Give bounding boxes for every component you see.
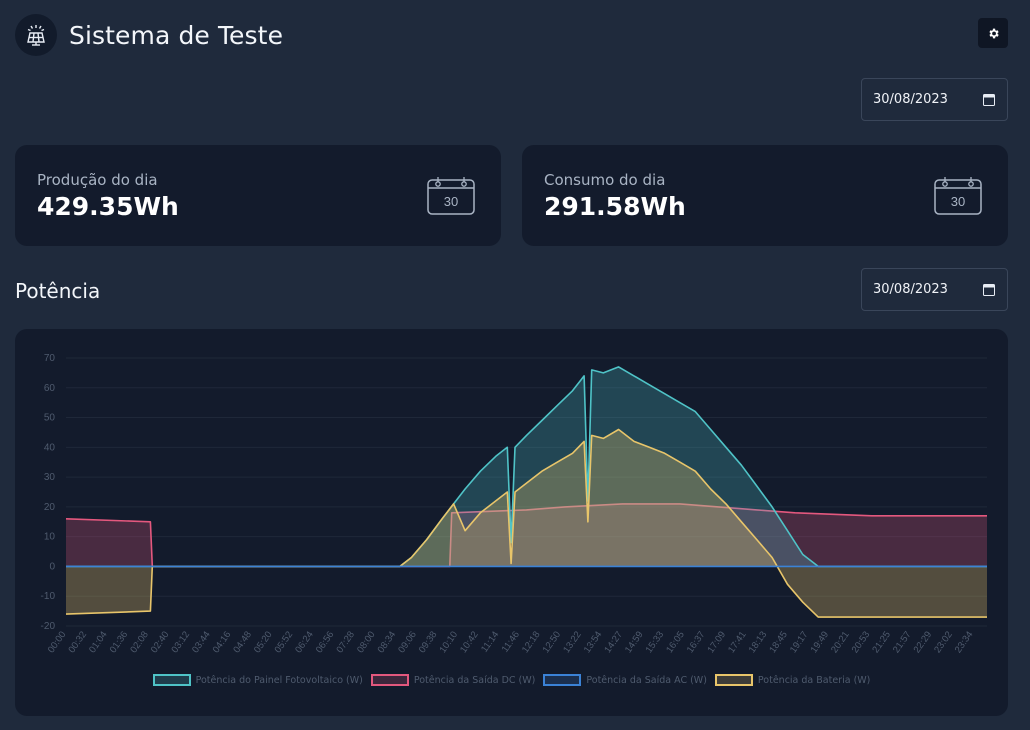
chart-legend: Potência do Painel Fotovoltaico (W) Potên… <box>15 674 1008 686</box>
x-tick-label: 13:22 <box>561 629 584 655</box>
app-title: Sistema de Teste <box>69 20 284 50</box>
x-tick-label: 11:14 <box>479 629 501 654</box>
x-tick-label: 16:37 <box>685 629 708 655</box>
x-tick-label: 21:57 <box>891 629 914 655</box>
x-tick-label: 16:05 <box>664 629 687 655</box>
y-tick-label: 50 <box>44 413 56 424</box>
x-tick-label: 09:06 <box>396 629 419 655</box>
x-tick-label: 04:16 <box>211 629 234 655</box>
production-label: Produção do dia <box>37 171 158 189</box>
x-tick-label: 12:50 <box>541 629 564 655</box>
x-tick-label: 01:36 <box>108 629 131 655</box>
calendar-icon: 30 <box>934 177 982 215</box>
power-chart: -20 -10 0 10 20 30 40 50 60 70 00:0000:3201:0401:3… <box>41 353 987 655</box>
settings-button[interactable] <box>978 18 1008 48</box>
date-filter-input[interactable]: 30/08/2023 <box>861 78 1008 121</box>
x-tick-label: 06:56 <box>314 629 337 655</box>
x-tick-label: 08:34 <box>376 629 399 655</box>
legend-item[interactable]: Potência da Saída DC (W) <box>370 674 536 686</box>
x-tick-label: 17:09 <box>705 629 728 655</box>
x-tick-label: 06:24 <box>293 629 316 655</box>
y-tick-label: 60 <box>44 383 56 394</box>
x-tick-label: 20:53 <box>850 629 873 655</box>
x-tick-label: 05:52 <box>273 629 296 655</box>
x-tick-label: 10:42 <box>458 629 481 655</box>
legend-label: Potência da Bateria (W) <box>757 674 871 686</box>
x-tick-label: 14:27 <box>602 629 625 655</box>
legend-item[interactable]: Potência da Bateria (W) <box>714 674 871 686</box>
x-tick-label: 19:49 <box>809 629 832 655</box>
legend-swatch <box>714 674 753 686</box>
x-tick-label: 07:28 <box>334 629 357 655</box>
x-tick-label: 23:02 <box>932 629 955 655</box>
x-tick-label: 19:17 <box>788 629 811 655</box>
y-tick-label: -20 <box>41 621 56 632</box>
x-tick-label: 00:00 <box>46 629 69 655</box>
x-tick-label: 20:21 <box>829 629 852 655</box>
x-tick-label: 02:40 <box>149 629 172 655</box>
calendar-icon: 30 <box>427 177 475 215</box>
legend-label: Potência da Saída DC (W) <box>413 674 536 686</box>
calendar-day: 30 <box>444 194 458 209</box>
x-tick-label: 08:00 <box>355 629 378 655</box>
y-tick-label: 10 <box>44 532 56 543</box>
x-tick-label: 18:45 <box>767 629 790 655</box>
legend-swatch <box>543 674 582 686</box>
x-tick-label: 17:41 <box>726 629 749 655</box>
date-filter-value: 30/08/2023 <box>873 92 948 107</box>
section-title: Potência <box>15 279 101 303</box>
consumption-card: Consumo do dia 291.58Wh 30 <box>522 145 1008 246</box>
y-tick-label: 30 <box>44 472 56 483</box>
logo <box>15 14 57 56</box>
x-tick-label: 13:54 <box>582 629 605 655</box>
x-tick-label: 02:08 <box>128 629 151 655</box>
legend-item[interactable]: Potência da Saída AC (W) <box>543 674 707 686</box>
calendar-day: 30 <box>951 194 965 209</box>
chart-date-filter-value: 30/08/2023 <box>873 282 948 297</box>
x-tick-label: 03:44 <box>190 629 213 655</box>
x-tick-label: 23:34 <box>953 629 976 655</box>
y-tick-label: -10 <box>41 591 56 602</box>
calendar-picker-icon[interactable] <box>983 93 995 106</box>
x-tick-label: 21:25 <box>870 629 893 655</box>
legend-item[interactable]: Potência do Painel Fotovoltaico (W) <box>152 674 363 686</box>
y-tick-label: 70 <box>44 353 56 364</box>
gear-icon <box>988 28 999 38</box>
power-chart-card: -20 -10 0 10 20 30 40 50 60 70 00:00 00:32 01:04 01:3… <box>15 329 1008 716</box>
production-card: Produção do dia 429.35Wh 30 <box>15 145 501 246</box>
legend-swatch <box>370 674 409 686</box>
chart-date-filter-input[interactable]: 30/08/2023 <box>861 268 1008 311</box>
x-tick-label: 10:10 <box>437 629 460 655</box>
y-tick-label: 0 <box>49 561 55 572</box>
legend-label: Potência da Saída AC (W) <box>586 674 707 686</box>
y-tick-label: 40 <box>44 442 56 453</box>
x-tick-label: 09:38 <box>417 629 440 655</box>
x-tick-label: 11:46 <box>500 629 522 654</box>
x-tick-label: 18:13 <box>747 629 770 655</box>
production-value: 429.35Wh <box>37 192 179 221</box>
legend-label: Potência do Painel Fotovoltaico (W) <box>195 674 363 686</box>
x-tick-label: 03:12 <box>169 629 192 655</box>
app-header: Sistema de Teste <box>15 14 283 56</box>
x-tick-label: 14:59 <box>623 629 646 655</box>
solar-panel-icon <box>27 25 45 46</box>
x-tick-label: 05:20 <box>252 629 275 655</box>
y-tick-label: 20 <box>44 502 56 513</box>
calendar-picker-icon[interactable] <box>983 283 995 296</box>
x-tick-label: 00:32 <box>66 629 89 655</box>
x-tick-label: 15:33 <box>644 629 667 655</box>
x-tick-label: 01:04 <box>87 629 110 655</box>
x-tick-label: 12:18 <box>520 629 543 655</box>
consumption-value: 291.58Wh <box>544 192 686 221</box>
x-tick-label: 22:29 <box>912 629 935 655</box>
consumption-label: Consumo do dia <box>544 171 666 189</box>
legend-swatch <box>152 674 191 686</box>
x-tick-label: 04:48 <box>231 629 254 655</box>
